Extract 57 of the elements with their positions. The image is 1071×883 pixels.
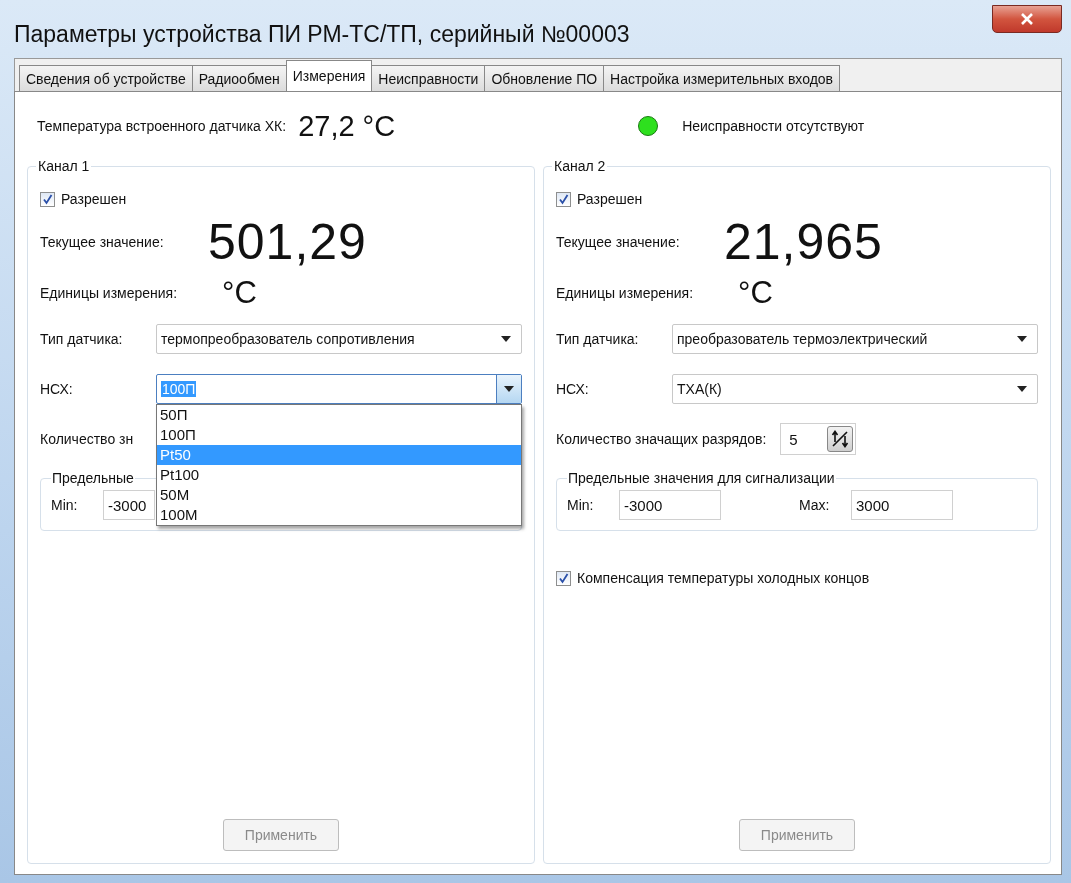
dropdown-arrow-icon [1017, 336, 1027, 342]
tab[interactable]: Неисправности [371, 65, 486, 91]
nsh-dropdown[interactable]: ТХА(К) [672, 374, 1038, 404]
units-label: Единицы измерения: [40, 285, 179, 301]
channel-title: Канал 2 [553, 158, 607, 174]
digits-label: Количество значащих разрядов: [556, 431, 767, 447]
current-value: 21,965 [724, 213, 883, 271]
current-value-label: Текущее значение: [40, 234, 165, 250]
units-value: °C [738, 275, 773, 311]
current-value-label: Текущее значение: [556, 234, 681, 250]
nsh-label: НСХ: [556, 381, 590, 397]
min-field[interactable]: -3000 [619, 490, 721, 520]
close-button[interactable] [992, 5, 1062, 33]
checkbox-label: Компенсация температуры холодных концов [577, 570, 870, 586]
checkbox[interactable] [556, 570, 571, 586]
tab[interactable]: Радиообмен [191, 65, 287, 91]
checkbox-label: Разрешен [577, 191, 643, 207]
units-value: °C [222, 275, 257, 311]
units-label: Единицы измерения: [556, 285, 695, 301]
status-text: Неисправности отсутствуют [682, 118, 865, 134]
checkbox[interactable] [40, 191, 55, 207]
dropdown-option[interactable]: 100М [157, 505, 521, 525]
dropdown-arrow-icon [504, 386, 514, 392]
builtin-temperature-value: 27,2 °C [298, 109, 397, 143]
min-label: Min: [567, 497, 595, 513]
sensor-type-label: Тип датчика: [40, 331, 124, 347]
builtin-temperature-label: Температура встроенного датчика ХК: [37, 118, 287, 134]
max-field[interactable]: 3000 [851, 490, 953, 520]
dropdown-option[interactable]: Pt100 [157, 465, 521, 485]
tab[interactable]: Настройка измерительных входов [603, 65, 841, 91]
tab[interactable]: Сведения об устройстве [19, 65, 193, 91]
tab[interactable]: Обновление ПО [484, 65, 605, 91]
nsh-label: НСХ: [40, 381, 74, 397]
max-label: Max: [799, 497, 831, 513]
min-label: Min: [51, 497, 79, 513]
dropdown-option[interactable]: 100П [157, 425, 521, 445]
dropdown-option[interactable]: 50М [157, 485, 521, 505]
channel-title: Канал 1 [37, 158, 91, 174]
digits-label: Количество зн [40, 431, 134, 447]
min-field[interactable]: -3000 [103, 490, 155, 520]
spin-button[interactable] [827, 426, 854, 452]
checkbox[interactable] [556, 191, 571, 207]
sensor-type-dropdown[interactable]: термопреобразователь сопротивления [156, 324, 522, 354]
limits-legend: Предельные [51, 470, 135, 486]
up-down-arrows-icon [831, 430, 850, 448]
limits-legend: Предельные значения для сигнализации [567, 470, 836, 486]
close-icon [1020, 13, 1034, 25]
current-value: 501,29 [208, 213, 367, 271]
dropdown-arrow-icon [501, 336, 511, 342]
digits-field[interactable]: 5 [780, 423, 857, 455]
tab[interactable]: Измерения [285, 60, 373, 91]
checkbox-label: Разрешен [61, 191, 127, 207]
window-title: Параметры устройства ПИ РМ-ТС/ТП, серийный №00003 [14, 19, 630, 48]
sensor-type-label: Тип датчика: [556, 331, 640, 347]
dropdown-arrow-icon [1017, 386, 1027, 392]
sensor-type-dropdown[interactable]: преобразователь термоэлектрический [672, 324, 1038, 354]
dropdown-option[interactable]: 50П [157, 405, 521, 425]
